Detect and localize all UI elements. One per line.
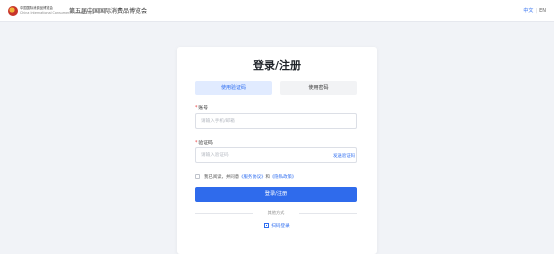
site-title: 第五届中国国际消费品博览会	[69, 8, 148, 15]
qr-login-label: 扫码登录	[271, 224, 290, 229]
divider-line	[299, 213, 357, 214]
agreement-row: 我已阅读，并同意《服务协议》和《隐私政策》	[195, 174, 296, 180]
tab-password[interactable]: 使用密码	[280, 81, 357, 95]
expo-emblem-icon	[8, 6, 18, 16]
login-register-button[interactable]: 登录/注册	[195, 187, 357, 202]
send-code-button[interactable]: 发送验证码	[333, 153, 355, 159]
login-card: 登录/注册 使用验证码 使用密码 *账号 *验证码 发送验证码 我已阅读，并同意…	[177, 47, 377, 254]
logo-text-cn: 中国国际消费品博览会	[20, 6, 53, 10]
agreement-text: 我已阅读，并同意	[204, 175, 240, 180]
code-label: *验证码	[195, 139, 213, 146]
lang-en-link[interactable]: EN	[539, 8, 546, 14]
lang-cn-link[interactable]: 中文	[523, 8, 533, 14]
qr-code-icon	[264, 223, 270, 228]
top-bar: 中国国际消费品博览会 China International Consumer …	[0, 0, 554, 22]
account-input[interactable]	[195, 113, 357, 129]
account-label-text: 账号	[198, 106, 209, 111]
login-title: 登录/注册	[252, 59, 302, 72]
terms-link[interactable]: 《服务协议》	[239, 175, 265, 180]
language-switcher: 中文 | EN	[523, 7, 546, 14]
privacy-link[interactable]: 《隐私政策》	[270, 175, 296, 180]
lang-separator: |	[535, 8, 538, 14]
tab-verification-code[interactable]: 使用验证码	[195, 81, 272, 95]
expo-logo[interactable]: 中国国际消费品博览会 China International Consumer …	[8, 5, 94, 17]
code-label-text: 验证码	[198, 141, 213, 146]
account-label: *账号	[195, 104, 208, 111]
agreement-checkbox[interactable]	[195, 174, 200, 179]
qr-login-link[interactable]: 扫码登录	[177, 223, 377, 229]
other-methods-divider: 其他方式	[195, 210, 357, 216]
